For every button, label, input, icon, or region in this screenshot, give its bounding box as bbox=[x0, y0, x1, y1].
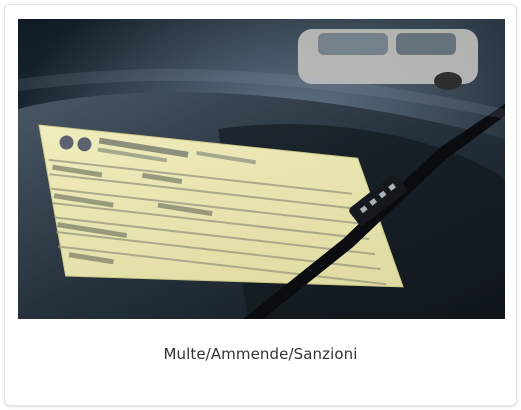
card-title[interactable]: Multe/Ammende/Sanzioni bbox=[5, 345, 516, 363]
category-card-fines[interactable]: Multe/Ammende/Sanzioni bbox=[4, 4, 517, 406]
parking-ticket-illustration bbox=[18, 19, 505, 319]
parking-ticket-photo[interactable] bbox=[18, 19, 505, 319]
